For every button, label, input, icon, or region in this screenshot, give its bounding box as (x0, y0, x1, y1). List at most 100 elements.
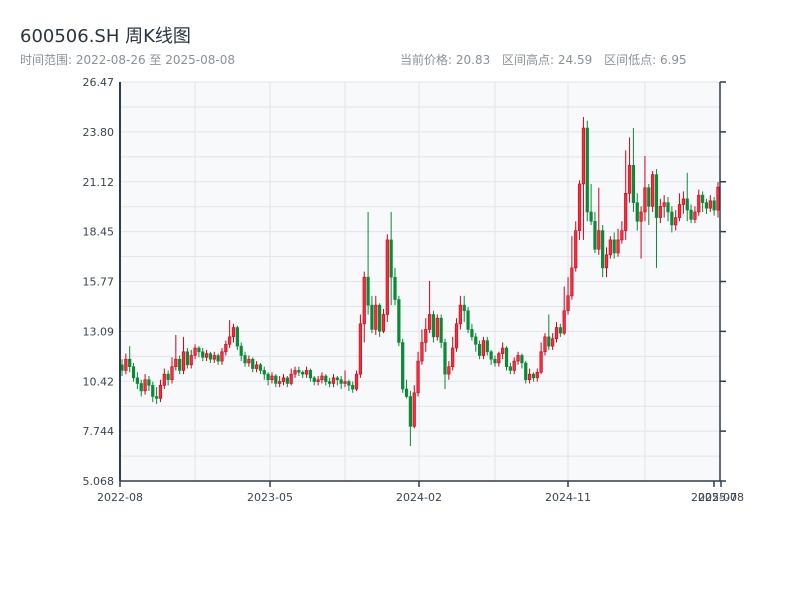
candle-body (647, 187, 651, 207)
candle-body (589, 211, 593, 222)
candle-body (389, 239, 393, 278)
candle-body (658, 206, 662, 218)
candle-body (135, 377, 139, 384)
candle-body (543, 336, 547, 353)
candle-body (362, 276, 366, 325)
y-tick-label: 23.80 (83, 126, 115, 139)
candle-body (593, 220, 597, 250)
candle-body (608, 239, 612, 256)
candle-body (139, 383, 143, 392)
y-tick-label: 5.068 (83, 475, 115, 488)
candle-body (451, 347, 455, 367)
candle-body (428, 314, 432, 330)
candle-body (447, 366, 451, 375)
candle-body (470, 329, 474, 338)
candle-body (151, 385, 155, 397)
candle-body (351, 385, 355, 390)
candle-body (401, 342, 405, 390)
candle-body (304, 370, 309, 375)
candle-body (504, 347, 509, 367)
candle-body (420, 342, 424, 362)
candle-body (370, 304, 374, 330)
x-tick-label: 2022-08 (97, 491, 143, 504)
candle-body (570, 267, 574, 297)
candle-body (393, 276, 397, 300)
candle-body (243, 355, 247, 364)
candle-body (477, 344, 482, 356)
candle-body (574, 230, 578, 269)
candle-body (297, 370, 301, 373)
candle-body (535, 371, 539, 379)
candle-body (524, 362, 528, 381)
candle-body (527, 373, 532, 381)
candle-body (585, 127, 589, 213)
candle-body (643, 187, 647, 213)
candle-body (404, 388, 409, 397)
candle-body (204, 353, 209, 358)
candle-body (551, 338, 555, 347)
candle-body (558, 327, 562, 334)
candle-body (712, 200, 716, 211)
candle-body (466, 310, 470, 330)
candle-body (631, 165, 636, 203)
candle-body (220, 351, 224, 362)
candle-body (412, 392, 416, 427)
candle-body (197, 347, 201, 353)
candle-body (489, 351, 493, 360)
candle-body (231, 327, 236, 338)
candle-body (397, 299, 401, 343)
candle-body (689, 209, 693, 220)
candle-body (539, 351, 543, 373)
candle-body (516, 355, 520, 362)
candle-body (178, 358, 182, 371)
candle-body (481, 340, 486, 356)
candle-body (235, 327, 239, 347)
candle-body (424, 329, 428, 343)
candle-body (358, 323, 363, 375)
candle-body (601, 230, 605, 269)
candle-body (339, 379, 343, 384)
candle-body (347, 381, 351, 386)
candle-body (131, 366, 136, 379)
candle-body (531, 373, 536, 379)
candle-body (378, 304, 382, 332)
candle-body (216, 355, 220, 362)
candle-body (155, 396, 159, 399)
candle-body (316, 379, 320, 382)
candle-body (462, 304, 466, 312)
candle-body (293, 370, 297, 375)
candle-body (324, 375, 328, 382)
candle-body (278, 381, 282, 384)
candle-body (685, 198, 689, 211)
candle-body (416, 360, 420, 394)
candle-body (670, 211, 674, 226)
candle-body (281, 377, 286, 382)
candle-body (174, 358, 178, 367)
candle-body (312, 377, 316, 382)
candle-body (124, 358, 128, 371)
candle-body (458, 304, 462, 325)
candle-body (704, 202, 709, 209)
candle-body (493, 358, 497, 364)
candle-body (270, 375, 274, 381)
candle-body (508, 366, 512, 371)
candle-body (120, 364, 124, 371)
candle-body (693, 211, 697, 220)
candle-body (166, 373, 170, 381)
candle-body (408, 396, 412, 427)
candle-body (547, 336, 551, 347)
y-tick-label: 26.47 (83, 76, 115, 89)
x-tick-label: 2024-11 (545, 491, 591, 504)
candle-body (224, 344, 228, 353)
candle-body (562, 310, 566, 334)
candle-body (331, 377, 336, 384)
candle-body (289, 373, 293, 384)
candle-body (193, 347, 197, 356)
candle-body (128, 358, 132, 367)
candle-body (374, 304, 378, 330)
candle-body (181, 351, 186, 371)
candle-body (716, 186, 720, 211)
y-tick-label: 15.77 (83, 276, 115, 289)
x-tick-label: 2025-08 (698, 491, 744, 504)
candle-body (581, 127, 586, 185)
